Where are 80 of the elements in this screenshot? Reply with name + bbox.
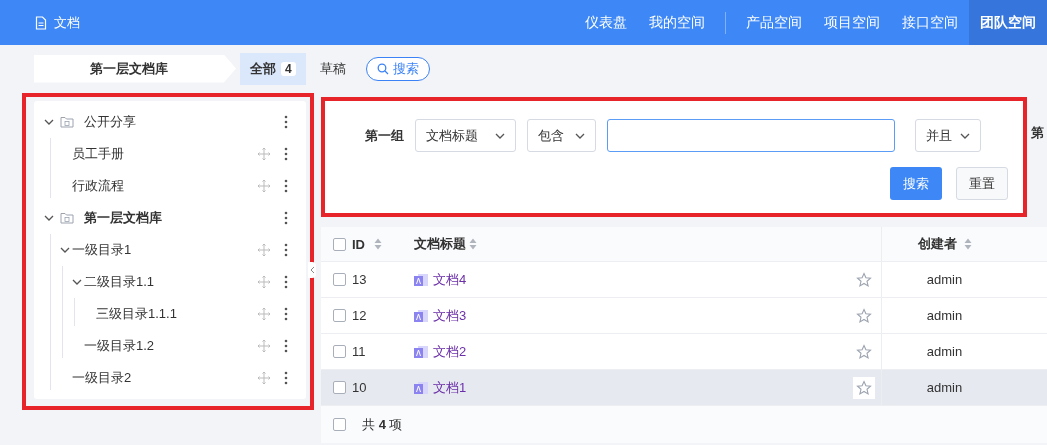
more-icon[interactable] [284, 147, 288, 161]
tree-item[interactable]: 一级目录1.2 [84, 337, 155, 355]
document-link[interactable]: 文档2 [433, 342, 467, 361]
group-label: 第 [1031, 124, 1044, 142]
more-icon[interactable] [284, 179, 288, 193]
tree-item[interactable]: 一级目录2 [72, 369, 132, 387]
move-icon[interactable] [257, 243, 271, 257]
value-input[interactable] [607, 119, 895, 152]
chevron-down-icon[interactable] [72, 277, 82, 287]
logic-select[interactable]: 并且 [915, 119, 981, 152]
folder-icon [60, 116, 74, 128]
reset-button[interactable]: 重置 [956, 167, 1008, 200]
checkbox[interactable] [333, 237, 346, 251]
table-cell: admin [926, 380, 963, 395]
move-icon[interactable] [257, 339, 271, 353]
document-icon [414, 273, 428, 286]
move-icon[interactable] [257, 307, 271, 321]
filter-tab[interactable]: 草稿 [309, 52, 356, 85]
document-link[interactable]: 文档3 [433, 306, 467, 325]
app-title: 文档 [54, 13, 80, 32]
chevron-down-icon[interactable] [44, 213, 54, 223]
sort-icon[interactable] [963, 238, 972, 250]
tree-item[interactable]: 员工手册 [72, 145, 124, 163]
more-icon[interactable] [284, 275, 288, 289]
total-count: 共 4 项 [362, 415, 403, 434]
folder-icon [60, 212, 74, 224]
operator-select[interactable]: 包含 [527, 119, 596, 152]
tree-item[interactable]: 一级目录1 [72, 241, 132, 259]
column-header: ID [352, 236, 365, 252]
more-icon[interactable] [284, 115, 288, 129]
table-cell: admin [926, 344, 963, 359]
filter-tab[interactable]: 全部 4 [240, 52, 306, 85]
document-icon [414, 309, 428, 322]
checkbox[interactable] [333, 309, 346, 322]
checkbox[interactable] [333, 381, 346, 394]
tree-item[interactable]: 行政流程 [72, 177, 124, 195]
more-icon[interactable] [284, 371, 288, 385]
checkbox[interactable] [333, 273, 346, 286]
document-link[interactable]: 文档1 [433, 378, 467, 397]
table-row[interactable]: 13 文档4 admin [321, 262, 1047, 298]
table-cell: 13 [352, 272, 367, 287]
search-button[interactable]: 搜索 [365, 56, 430, 81]
more-icon[interactable] [284, 339, 288, 353]
more-icon[interactable] [284, 211, 288, 225]
tree-item[interactable]: 三级目录1.1.1 [96, 305, 177, 323]
table-cell: admin [926, 308, 963, 323]
sort-icon[interactable] [469, 238, 477, 250]
breadcrumb[interactable]: 第一层文档库 [34, 54, 236, 83]
document-link[interactable]: 文档4 [433, 270, 467, 289]
tree-item[interactable]: 第一层文档库 [84, 209, 162, 227]
nav-link[interactable]: 团队空间 [969, 0, 1047, 45]
more-icon[interactable] [284, 243, 288, 257]
document-icon [35, 15, 47, 30]
document-icon [414, 381, 428, 394]
table-cell: 12 [352, 308, 367, 323]
column-header: 创建者 [917, 235, 957, 253]
chevron-down-icon[interactable] [60, 245, 70, 255]
group-label: 第一组 [365, 126, 404, 145]
sort-icon[interactable] [374, 238, 382, 250]
table-cell: 11 [352, 344, 366, 359]
table-cell: admin [926, 272, 963, 287]
column-header: 文档标题 [414, 235, 466, 253]
tree-item[interactable]: 二级目录1.1 [84, 273, 155, 291]
checkbox[interactable] [333, 418, 346, 431]
document-icon [414, 345, 428, 358]
collapse-icon[interactable] [308, 262, 316, 278]
count-badge: 4 [281, 61, 296, 76]
field-select[interactable]: 文档标题 [415, 119, 516, 152]
table-cell: 10 [352, 380, 367, 395]
chevron-down-icon[interactable] [44, 117, 54, 127]
move-icon[interactable] [257, 147, 271, 161]
table-row[interactable]: 12 文档3 admin [321, 298, 1047, 334]
move-icon[interactable] [257, 371, 271, 385]
table-row[interactable]: 10 文档1 admin [321, 370, 1047, 406]
move-icon[interactable] [257, 275, 271, 289]
checkbox[interactable] [333, 345, 346, 358]
tree-item[interactable]: 公开分享 [84, 113, 136, 131]
search-icon [376, 62, 389, 75]
move-icon[interactable] [257, 179, 271, 193]
more-icon[interactable] [284, 307, 288, 321]
